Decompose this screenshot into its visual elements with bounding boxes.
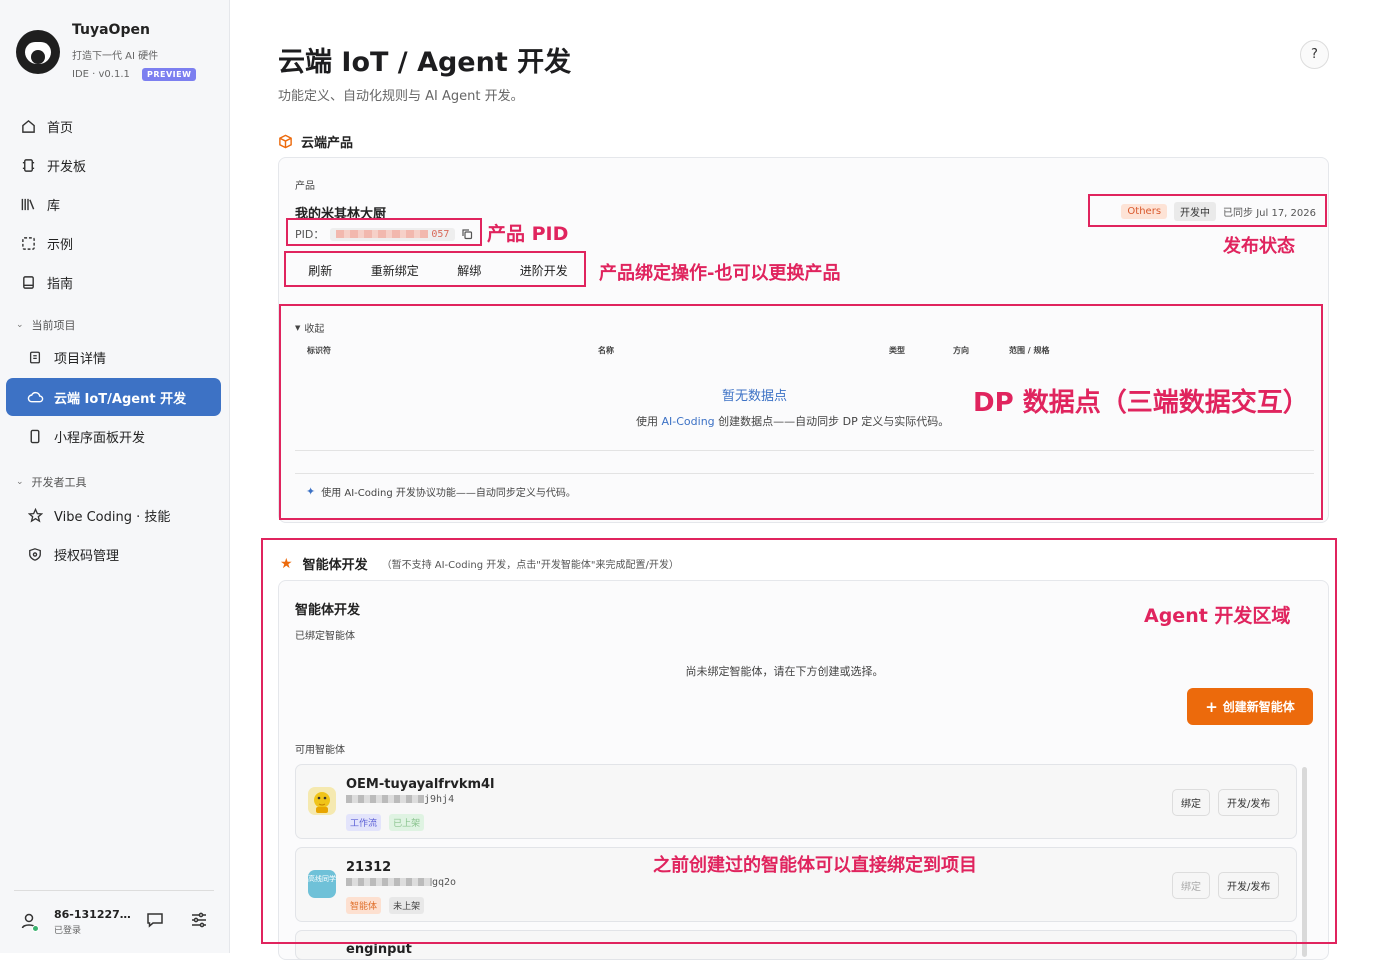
sidebar-item-examples[interactable]: 示例 xyxy=(0,224,230,262)
shield-icon xyxy=(26,545,44,563)
sidebar-divider xyxy=(14,890,214,891)
cloud-product-section-title: 云端产品 xyxy=(278,132,353,151)
sidebar-item-label: 库 xyxy=(47,198,61,214)
annotation-box-agent xyxy=(261,538,1337,944)
preview-badge: PREVIEW xyxy=(142,68,197,81)
annotation-status: 发布状态 xyxy=(1223,236,1295,257)
home-icon xyxy=(19,117,37,135)
brand-slogan: 打造下一代 AI 硬件 xyxy=(72,51,159,62)
sidebar-item-cloud-iot-agent[interactable]: 云端 IoT/Agent 开发 xyxy=(6,378,221,416)
section-current-project[interactable]: ⌄ 当前项目 xyxy=(16,317,76,333)
main-content: 云端 IoT / Agent 开发 功能定义、自动化规则与 AI Agent 开… xyxy=(231,0,1386,960)
document-icon xyxy=(26,348,44,366)
sidebar-item-label: 首页 xyxy=(47,120,74,136)
sidebar-item-guide[interactable]: 指南 xyxy=(0,263,230,301)
annotation-box-status xyxy=(1088,194,1327,227)
brand: TuyaOpen 打造下一代 AI 硬件 IDE · v0.1.1 PREVIE… xyxy=(16,20,226,90)
sidebar-item-label: 小程序面板开发 xyxy=(54,430,146,446)
sidebar-item-miniapp-panel[interactable]: 小程序面板开发 xyxy=(0,417,230,455)
section-developer-tools[interactable]: ⌄ 开发者工具 xyxy=(16,474,87,490)
user-account[interactable]: 86-131227… 已登录 xyxy=(20,906,220,938)
sidebar-item-label: 项目详情 xyxy=(54,351,107,367)
settings-sliders-icon[interactable] xyxy=(190,911,208,933)
chevron-down-icon: ⌄ xyxy=(16,477,24,487)
annotation-binding: 产品绑定操作-也可以更换产品 xyxy=(599,263,841,284)
phone-icon xyxy=(26,427,44,445)
annotation-agent-area: Agent 开发区域 xyxy=(1144,605,1291,627)
sidebar-item-label: 开发板 xyxy=(47,159,87,175)
annotation-box-pid xyxy=(286,218,482,246)
sidebar: TuyaOpen 打造下一代 AI 硬件 IDE · v0.1.1 PREVIE… xyxy=(0,0,230,953)
ide-version: IDE · v0.1.1 xyxy=(72,69,130,80)
online-status-dot xyxy=(32,925,39,932)
cloud-icon xyxy=(26,388,44,406)
sidebar-item-boards[interactable]: 开发板 xyxy=(0,146,230,184)
sidebar-item-home[interactable]: 首页 xyxy=(0,107,230,145)
brand-name: TuyaOpen xyxy=(72,22,150,38)
book-icon xyxy=(19,273,37,291)
examples-icon xyxy=(19,234,37,252)
sidebar-item-license-management[interactable]: 授权码管理 xyxy=(0,535,230,573)
sidebar-item-library[interactable]: 库 xyxy=(0,185,230,223)
chip-icon xyxy=(19,156,37,174)
sidebar-item-label: 授权码管理 xyxy=(54,548,120,564)
star-icon xyxy=(26,506,44,524)
chevron-down-icon: ⌄ xyxy=(16,320,24,330)
page-title: 云端 IoT / Agent 开发 xyxy=(278,47,572,78)
sidebar-item-vibe-coding[interactable]: Vibe Coding · 技能 xyxy=(0,496,230,534)
sidebar-item-project-details[interactable]: 项目详情 xyxy=(0,338,230,376)
sidebar-item-label: 示例 xyxy=(47,237,74,253)
annotation-pid: 产品 PID xyxy=(487,223,569,245)
tuyaopen-logo-icon xyxy=(16,30,60,74)
agent-name: enginput xyxy=(346,942,412,957)
cube-icon xyxy=(278,134,293,149)
library-icon xyxy=(19,195,37,213)
page-subtitle: 功能定义、自动化规则与 AI Agent 开发。 xyxy=(278,89,524,104)
sidebar-item-label: 指南 xyxy=(47,276,74,292)
annotation-agent-bind: 之前创建过的智能体可以直接绑定到项目 xyxy=(653,855,977,876)
login-status: 已登录 xyxy=(54,926,82,936)
annotation-dp: DP 数据点（三端数据交互） xyxy=(973,388,1309,418)
user-name: 86-131227… xyxy=(54,908,131,921)
sidebar-item-label: 云端 IoT/Agent 开发 xyxy=(54,391,187,407)
sidebar-item-label: Vibe Coding · 技能 xyxy=(54,509,171,525)
product-label: 产品 xyxy=(295,181,315,192)
chat-icon[interactable] xyxy=(146,911,164,933)
help-button[interactable]: ? xyxy=(1300,40,1329,69)
annotation-box-binding xyxy=(284,251,586,287)
